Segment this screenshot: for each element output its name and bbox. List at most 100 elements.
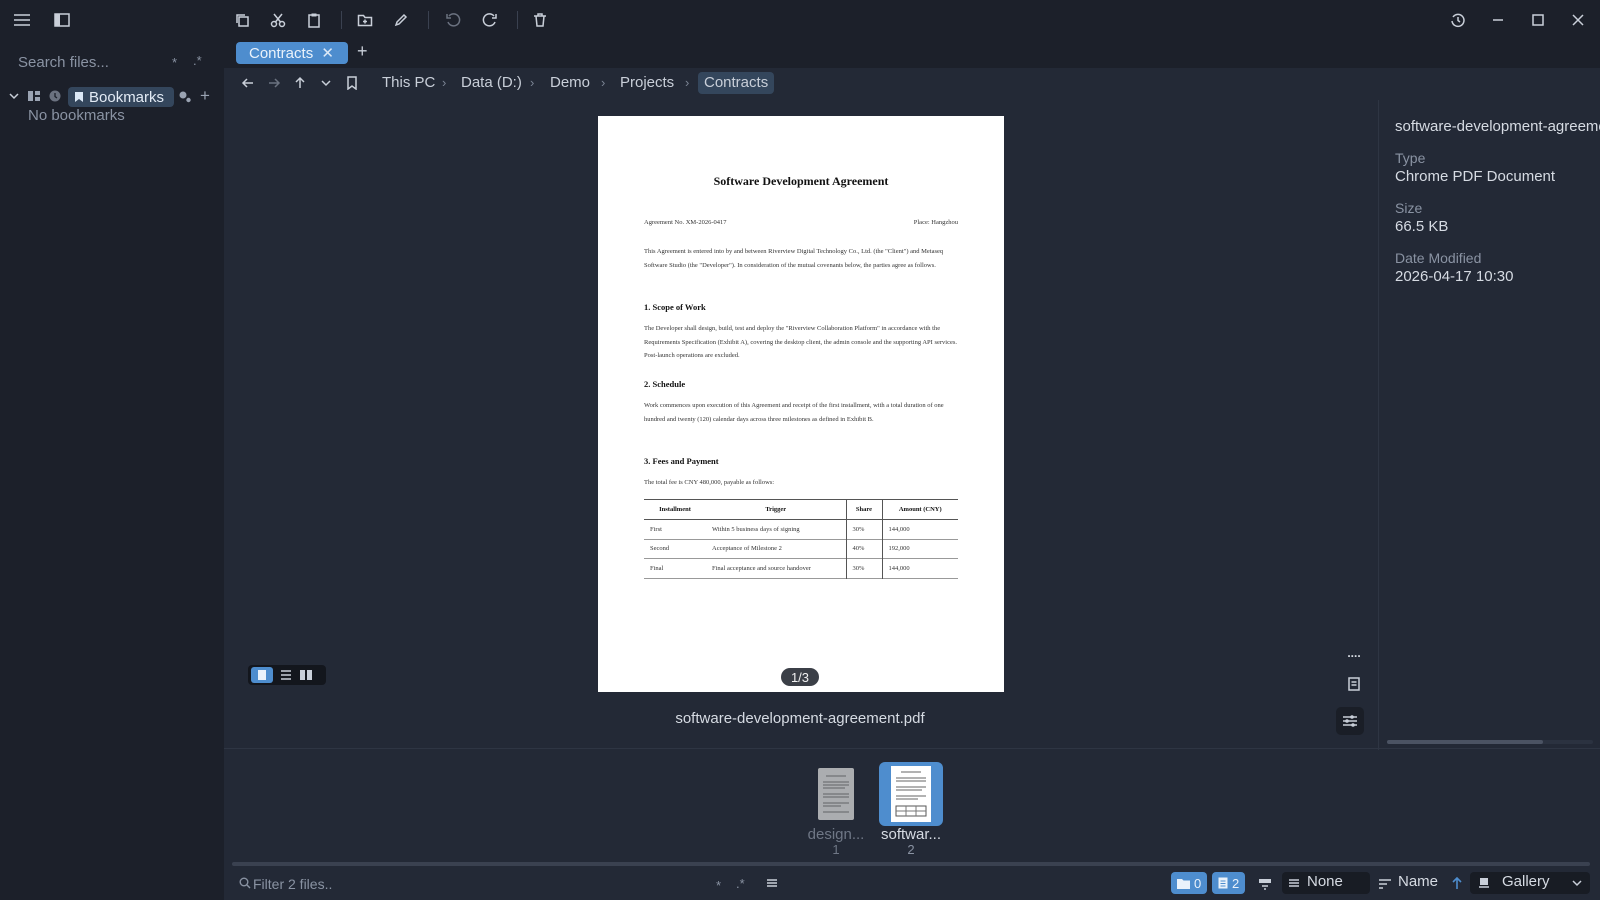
filter-list-icon[interactable] xyxy=(766,877,778,889)
table-header: Trigger xyxy=(706,499,846,520)
recent-clock-icon[interactable] xyxy=(48,89,62,103)
sort-ascending-arrow-icon[interactable] xyxy=(1451,876,1463,890)
single-page-view-button[interactable] xyxy=(251,667,273,683)
thumbnail-index: 2 xyxy=(907,842,915,857)
new-folder-icon[interactable] xyxy=(352,7,378,33)
table-cell: 30% xyxy=(845,558,882,578)
undo-icon[interactable] xyxy=(440,7,466,33)
delete-trash-icon[interactable] xyxy=(527,7,553,33)
breadcrumb-projects[interactable]: Projects xyxy=(620,72,674,94)
table-cell: 144,000 xyxy=(881,558,958,578)
search-star-toggle[interactable]: * xyxy=(172,55,177,70)
table-cell: Acceptance of Milestone 2 xyxy=(712,545,782,553)
view-mode-chevron-icon xyxy=(1572,880,1582,887)
breadcrumb-data-drive[interactable]: Data (D:) xyxy=(461,72,522,94)
filter-regex-toggle[interactable]: .* xyxy=(736,876,745,891)
thumbnail-software-selected[interactable] xyxy=(879,762,943,826)
sort-icon[interactable] xyxy=(1378,878,1392,890)
more-options-label: .... xyxy=(1347,646,1361,660)
bookmarks-tab[interactable]: Bookmarks xyxy=(68,87,174,107)
table-row: Second Acceptance of Milestone 2 40% 192… xyxy=(644,539,958,559)
bookmark-settings-icon[interactable] xyxy=(178,90,192,104)
view-mode-value: Gallery xyxy=(1502,873,1550,890)
view-mode-dropdown[interactable]: Gallery xyxy=(1470,872,1590,894)
cut-icon[interactable] xyxy=(265,7,291,33)
two-page-view-button[interactable] xyxy=(299,669,313,681)
pdf-payment-table: Installment Trigger Share Amount (CNY) F… xyxy=(644,499,958,579)
history-dropdown-chevron-icon[interactable] xyxy=(313,70,339,96)
group-list-icon xyxy=(1289,879,1299,887)
breadcrumb-separator: › xyxy=(530,75,535,90)
table-row: Final Final acceptance and source handov… xyxy=(644,558,958,578)
gallery-horizontal-scrollbar[interactable] xyxy=(232,862,1590,866)
sort-by-value[interactable]: Name xyxy=(1398,873,1438,890)
table-cell: 192,000 xyxy=(881,539,958,559)
files-count-pill[interactable]: 2 xyxy=(1212,872,1246,894)
table-cell: Final acceptance and source handover xyxy=(712,564,811,572)
layout-options-icon[interactable] xyxy=(1258,878,1272,890)
search-regex-toggle[interactable]: .* xyxy=(193,53,202,68)
back-arrow-icon[interactable] xyxy=(235,70,261,96)
pdf-section-body: The total fee is CNY 480,000, payable as… xyxy=(644,479,775,486)
new-tab-button[interactable]: + xyxy=(357,41,368,62)
tab-contracts[interactable]: Contracts ✕ xyxy=(236,42,348,64)
close-window-icon[interactable] xyxy=(1565,7,1591,33)
copy-icon[interactable] xyxy=(229,7,255,33)
preview-settings-sliders-icon[interactable] xyxy=(1336,707,1364,735)
more-options-button[interactable]: .... xyxy=(1341,640,1367,666)
details-date-label: Date Modified xyxy=(1395,250,1482,266)
filter-files-input[interactable] xyxy=(253,874,453,894)
forward-arrow-icon[interactable] xyxy=(261,70,287,96)
up-arrow-icon[interactable] xyxy=(287,70,313,96)
thumbnail-design[interactable] xyxy=(818,768,854,820)
details-type-label: Type xyxy=(1395,150,1426,166)
rename-pencil-icon[interactable] xyxy=(388,7,414,33)
thumbnail-label: design... xyxy=(807,826,865,843)
filter-search-icon xyxy=(239,877,251,889)
thumbnail-index: 1 xyxy=(832,842,840,857)
history-icon[interactable] xyxy=(1445,7,1471,33)
toolbar-separator xyxy=(341,11,342,29)
details-date-value: 2026-04-17 10:30 xyxy=(1395,268,1514,285)
breadcrumb-this-pc[interactable]: This PC xyxy=(382,72,435,94)
table-row: First Within 5 business days of signing … xyxy=(644,519,958,539)
pdf-agreement-number: Agreement No. XM-2026-0417 xyxy=(644,219,727,226)
pdf-section-body: Work commences upon execution of this Ag… xyxy=(644,402,944,423)
details-size-label: Size xyxy=(1395,200,1423,216)
breadcrumb-contracts[interactable]: Contracts xyxy=(698,72,775,94)
table-cell: 144,000 xyxy=(881,519,958,539)
gallery-view-icon xyxy=(1479,878,1489,888)
no-bookmarks-text: No bookmarks xyxy=(28,107,125,124)
toggle-sidebar-icon[interactable] xyxy=(49,7,75,33)
details-scrollbar-thumb[interactable] xyxy=(1387,740,1543,744)
add-bookmark-button[interactable]: + xyxy=(200,86,210,106)
breadcrumb-demo[interactable]: Demo xyxy=(550,72,590,94)
folders-count-pill[interactable]: 0 xyxy=(1171,872,1208,894)
maximize-window-icon[interactable] xyxy=(1525,7,1551,33)
preview-view-mode-toggle xyxy=(248,665,326,685)
bookmark-location-icon[interactable] xyxy=(339,70,365,96)
group-by-dropdown[interactable]: None xyxy=(1282,872,1370,894)
minimize-window-icon[interactable] xyxy=(1485,7,1511,33)
toolbar-separator xyxy=(517,11,518,29)
tab-label: Contracts xyxy=(249,44,314,62)
grid-view-icon[interactable] xyxy=(27,89,41,103)
table-cell: 40% xyxy=(845,539,882,559)
search-files-input[interactable] xyxy=(18,50,208,74)
sidebar: * .* Bookmarks + No bookmarks xyxy=(0,0,224,900)
details-type-value: Chrome PDF Document xyxy=(1395,168,1556,185)
scroll-view-button[interactable] xyxy=(279,669,293,681)
table-cell: Second xyxy=(650,545,670,553)
pdf-title: Software Development Agreement xyxy=(713,174,889,188)
table-header: Amount (CNY) xyxy=(881,499,958,520)
filter-star-toggle[interactable]: * xyxy=(716,878,721,893)
document-outline-icon[interactable] xyxy=(1341,671,1367,697)
pdf-preview-page[interactable]: Software Development Agreement Agreement… xyxy=(598,116,1004,692)
bookmarks-collapse-chevron-icon[interactable] xyxy=(8,90,20,102)
pdf-section-body: The Developer shall design, build, test … xyxy=(644,325,958,359)
tab-close-icon[interactable]: ✕ xyxy=(321,44,334,62)
redo-icon[interactable] xyxy=(477,7,503,33)
hamburger-menu-icon[interactable] xyxy=(9,7,35,33)
paste-icon[interactable] xyxy=(301,7,327,33)
details-horizontal-scrollbar[interactable] xyxy=(1387,740,1593,744)
